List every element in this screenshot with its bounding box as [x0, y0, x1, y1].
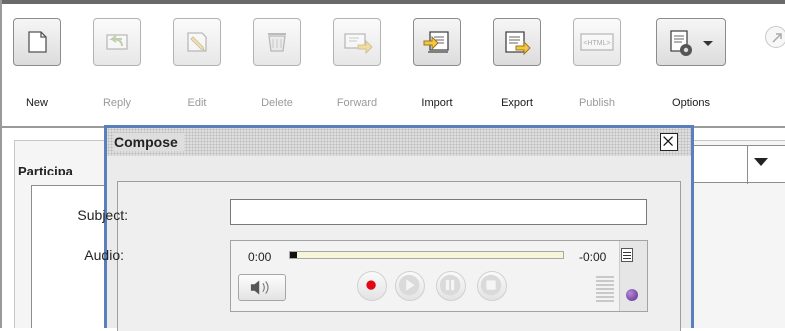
trash-icon [253, 18, 301, 66]
audio-progress-knob[interactable] [290, 252, 297, 258]
export-button-label: Export [501, 97, 533, 109]
subject-input[interactable] [230, 199, 647, 225]
dropdown-divider [747, 146, 748, 184]
audio-player: 0:00 -0:00 [230, 240, 648, 312]
participants-heading: Participa [16, 143, 116, 175]
html-publish-icon: <HTML> [573, 18, 621, 66]
reply-icon [93, 18, 141, 66]
delete-button[interactable]: Delete [247, 18, 307, 109]
compose-title-bar[interactable]: Compose [107, 128, 691, 156]
publish-button[interactable]: <HTML> Publish [567, 18, 627, 109]
options-gear-icon [656, 18, 726, 66]
remaining-time: -0:00 [579, 250, 607, 264]
import-button[interactable]: Import [407, 18, 467, 109]
new-document-icon [13, 18, 61, 66]
new-button-label: New [25, 97, 48, 109]
record-icon [366, 280, 376, 290]
export-icon [493, 18, 541, 66]
subject-label: Subject: [77, 207, 128, 223]
forward-icon [333, 18, 381, 66]
purple-orb-icon[interactable] [626, 289, 638, 301]
help-arrow-icon[interactable] [765, 26, 785, 48]
right-dropdown[interactable] [690, 145, 785, 184]
pause-icon [439, 274, 461, 296]
reply-button[interactable]: Reply [87, 18, 147, 109]
volume-meter [596, 276, 614, 304]
play-button[interactable] [395, 271, 425, 301]
toolbar: New Reply Edit Delete Forward Import Exp… [2, 4, 785, 126]
speaker-button[interactable] [238, 274, 286, 301]
forward-button-label: Forward [336, 97, 378, 109]
close-icon[interactable] [660, 133, 678, 151]
player-menu-icon[interactable] [621, 248, 633, 262]
delete-button-label: Delete [261, 97, 293, 109]
player-side-strip [619, 241, 647, 311]
record-button[interactable] [357, 271, 387, 301]
right-panel [690, 185, 785, 328]
options-button[interactable]: Options [649, 18, 733, 109]
compose-title: Compose [114, 133, 184, 151]
audio-label: Audio: [84, 247, 124, 263]
publish-badge-text: <HTML> [583, 40, 610, 47]
import-button-label: Import [421, 97, 453, 109]
options-button-label: Options [672, 97, 710, 109]
export-button[interactable]: Export [487, 18, 547, 109]
import-icon [413, 18, 461, 66]
chevron-down-icon[interactable] [754, 158, 768, 166]
edit-button[interactable]: Edit [167, 18, 227, 109]
reply-button-label: Reply [102, 97, 132, 109]
pause-button[interactable] [436, 271, 466, 301]
speaker-icon [250, 280, 269, 295]
stop-icon [480, 274, 502, 296]
stop-button[interactable] [477, 271, 507, 301]
publish-button-label: Publish [578, 97, 616, 109]
audio-progress-track[interactable] [289, 251, 564, 259]
elapsed-time: 0:00 [248, 250, 272, 264]
new-button[interactable]: New [7, 18, 67, 109]
edit-button-label: Edit [187, 97, 207, 109]
edit-pencil-icon [173, 18, 221, 66]
play-icon [398, 274, 420, 296]
forward-button[interactable]: Forward [327, 18, 387, 109]
